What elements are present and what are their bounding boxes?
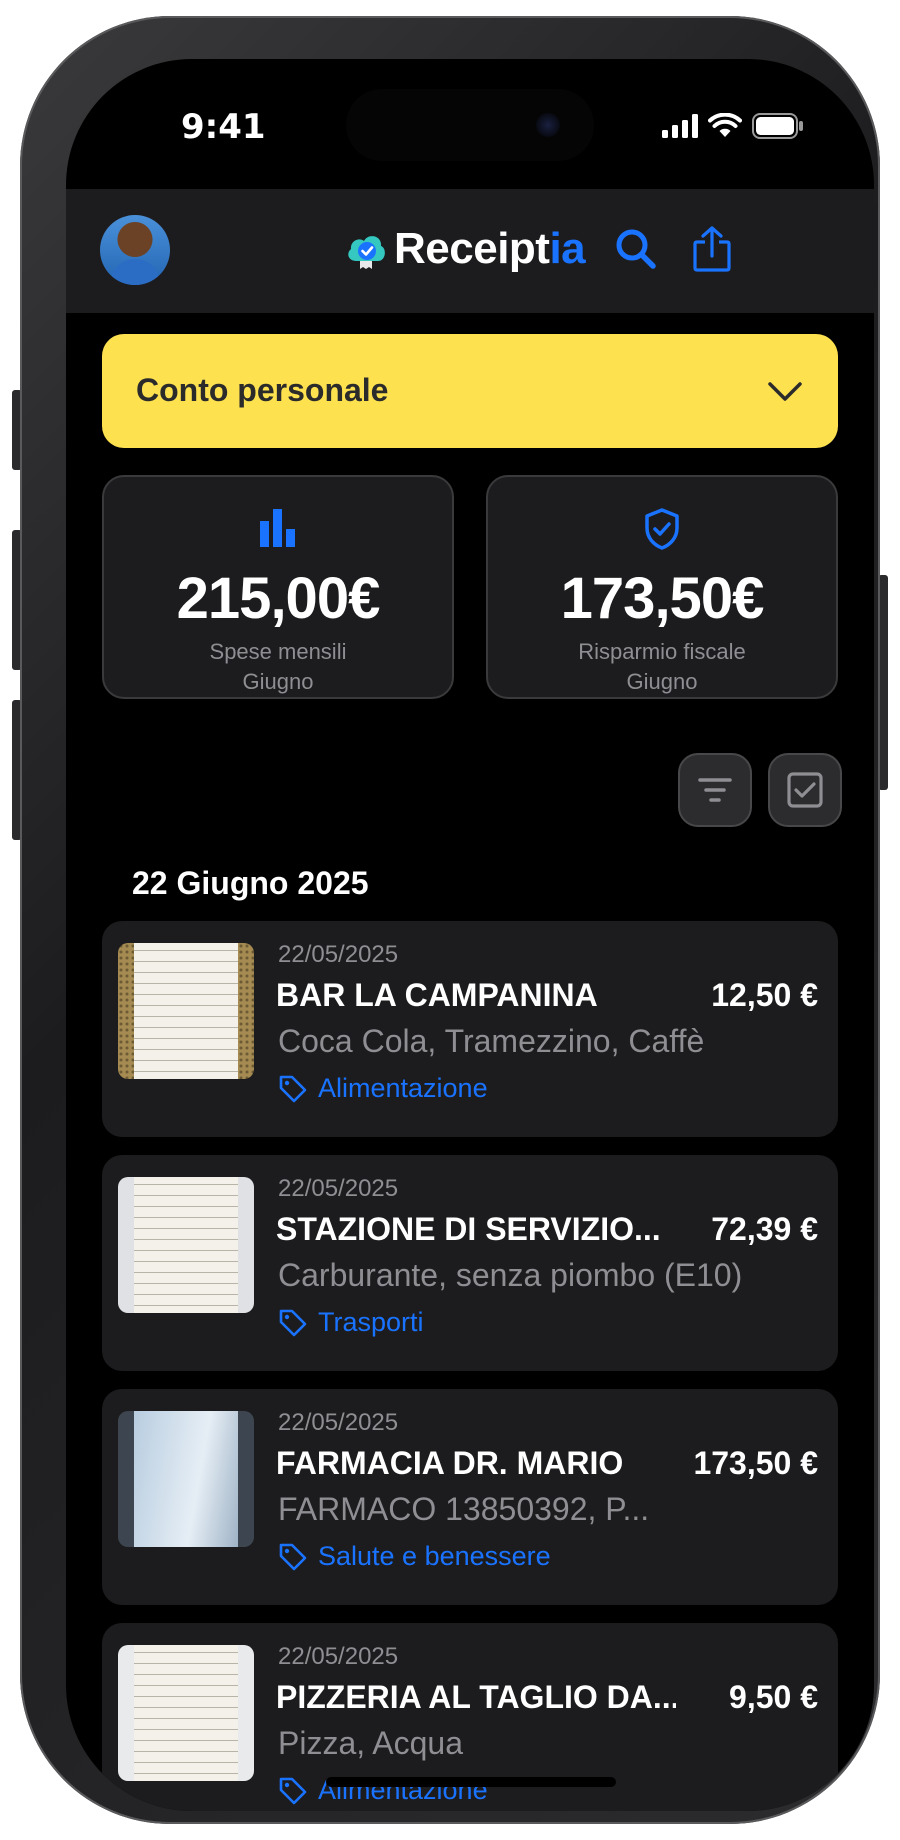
tax-savings-label: Risparmio fiscale xyxy=(578,639,746,664)
tax-savings-value: 173,50€ xyxy=(560,566,765,631)
receipt-thumbnail xyxy=(118,943,254,1079)
receipt-items: Coca Cola, Tramezzino, Caffè xyxy=(278,1023,705,1059)
camera-icon xyxy=(536,113,560,137)
tax-savings-period: Giugno xyxy=(626,669,698,694)
receipt-item[interactable]: 22/05/2025 STAZIONE DI SERVIZIO... 72,39… xyxy=(102,1155,838,1371)
monthly-expenses-card[interactable]: 215,00€ Spese mensili Giugno xyxy=(102,475,454,699)
logo-main: Receipt xyxy=(394,224,550,273)
monthly-expenses-caption: Spese mensili Giugno xyxy=(104,637,452,697)
receipt-date: 22/05/2025 xyxy=(278,1643,399,1670)
receipt-amount: 12,50 € xyxy=(711,977,818,1013)
receipt-category-label: Trasporti xyxy=(318,1307,424,1337)
receipt-date: 22/05/2025 xyxy=(278,1409,399,1436)
receipt-merchant: STAZIONE DI SERVIZIO... xyxy=(276,1211,661,1247)
tax-savings-caption: Risparmio fiscale Giugno xyxy=(488,637,836,697)
receipt-category[interactable]: Alimentazione xyxy=(278,1073,488,1104)
receipt-paper xyxy=(134,1645,238,1781)
account-selector[interactable]: Conto personale xyxy=(102,334,838,448)
shield-check-icon xyxy=(645,508,679,550)
bar-chart-icon xyxy=(260,509,295,547)
date-group-header: 22 Giugno 2025 xyxy=(132,865,369,901)
receipt-merchant: FARMACIA DR. MARIO xyxy=(276,1445,624,1481)
chevron-down-icon xyxy=(768,382,802,401)
receipt-item[interactable]: 22/05/2025 FARMACIA DR. MARIO 173,50 € F… xyxy=(102,1389,838,1605)
receipt-merchant: PIZZERIA AL TAGLIO DA... xyxy=(276,1679,676,1715)
receipt-thumbnail xyxy=(118,1411,254,1547)
receipt-amount: 9,50 € xyxy=(729,1679,818,1715)
checkbox-icon xyxy=(787,772,823,808)
receipt-amount: 173,50 € xyxy=(693,1445,818,1481)
home-indicator[interactable] xyxy=(326,1777,616,1787)
receipt-items: FARMACO 13850392, P... xyxy=(278,1491,650,1527)
tag-icon xyxy=(279,1777,307,1804)
receipt-date: 22/05/2025 xyxy=(278,1175,399,1202)
logo-accent: ia xyxy=(549,224,586,273)
tax-savings-card[interactable]: 173,50€ Risparmio fiscale Giugno xyxy=(486,475,838,699)
cellular-signal-icon xyxy=(662,114,698,138)
search-icon xyxy=(616,229,656,269)
receipt-date: 22/05/2025 xyxy=(278,941,399,968)
dynamic-island xyxy=(346,89,594,161)
filter-button[interactable] xyxy=(678,753,752,827)
share-icon xyxy=(693,226,731,272)
monthly-expenses-period: Giugno xyxy=(242,669,314,694)
receipt-thumbnail xyxy=(118,1177,254,1313)
receipt-items: Pizza, Acqua xyxy=(278,1725,463,1761)
receipt-item[interactable]: 22/05/2025 BAR LA CAMPANINA 12,50 € Coca… xyxy=(102,921,838,1137)
receipt-paper xyxy=(134,1177,238,1313)
monthly-expenses-label: Spese mensili xyxy=(209,639,347,664)
share-button[interactable] xyxy=(682,219,742,279)
receipt-merchant: BAR LA CAMPANINA xyxy=(276,977,598,1013)
avatar-body xyxy=(110,259,160,285)
phone-frame: 9:41 Receiptia Conto personale 215,00€ S… xyxy=(20,16,880,1824)
receipt-thumbnail xyxy=(118,1645,254,1781)
logo-text: Receiptia xyxy=(394,224,586,274)
select-button[interactable] xyxy=(768,753,842,827)
tag-icon xyxy=(279,1543,307,1570)
filter-icon xyxy=(698,778,732,802)
receipt-category-label: Salute e benessere xyxy=(318,1541,551,1571)
battery-icon xyxy=(752,113,803,139)
avatar-head xyxy=(122,225,148,257)
app-logo: Receiptia xyxy=(344,219,586,279)
screen: 9:41 Receiptia Conto personale 215,00€ S… xyxy=(66,59,874,1811)
status-time: 9:41 xyxy=(181,107,266,147)
receipt-cloud-logo-icon xyxy=(348,236,385,269)
receipt-category[interactable]: Trasporti xyxy=(278,1307,424,1338)
monthly-expenses-value: 215,00€ xyxy=(176,566,381,631)
app-header: Receiptia xyxy=(66,189,874,313)
receipt-paper xyxy=(134,943,238,1079)
wifi-icon xyxy=(708,113,742,137)
status-icons xyxy=(662,111,804,141)
account-label: Conto personale xyxy=(136,372,389,408)
receipt-category-label: Alimentazione xyxy=(318,1073,488,1103)
tag-icon xyxy=(279,1309,307,1336)
tag-icon xyxy=(279,1075,307,1102)
search-button[interactable] xyxy=(606,219,666,279)
receipt-items: Carburante, senza piombo (E10) xyxy=(278,1257,743,1293)
receipt-paper xyxy=(134,1411,238,1547)
receipt-category[interactable]: Salute e benessere xyxy=(278,1541,551,1572)
avatar[interactable] xyxy=(100,215,170,285)
receipt-amount: 72,39 € xyxy=(711,1211,818,1247)
